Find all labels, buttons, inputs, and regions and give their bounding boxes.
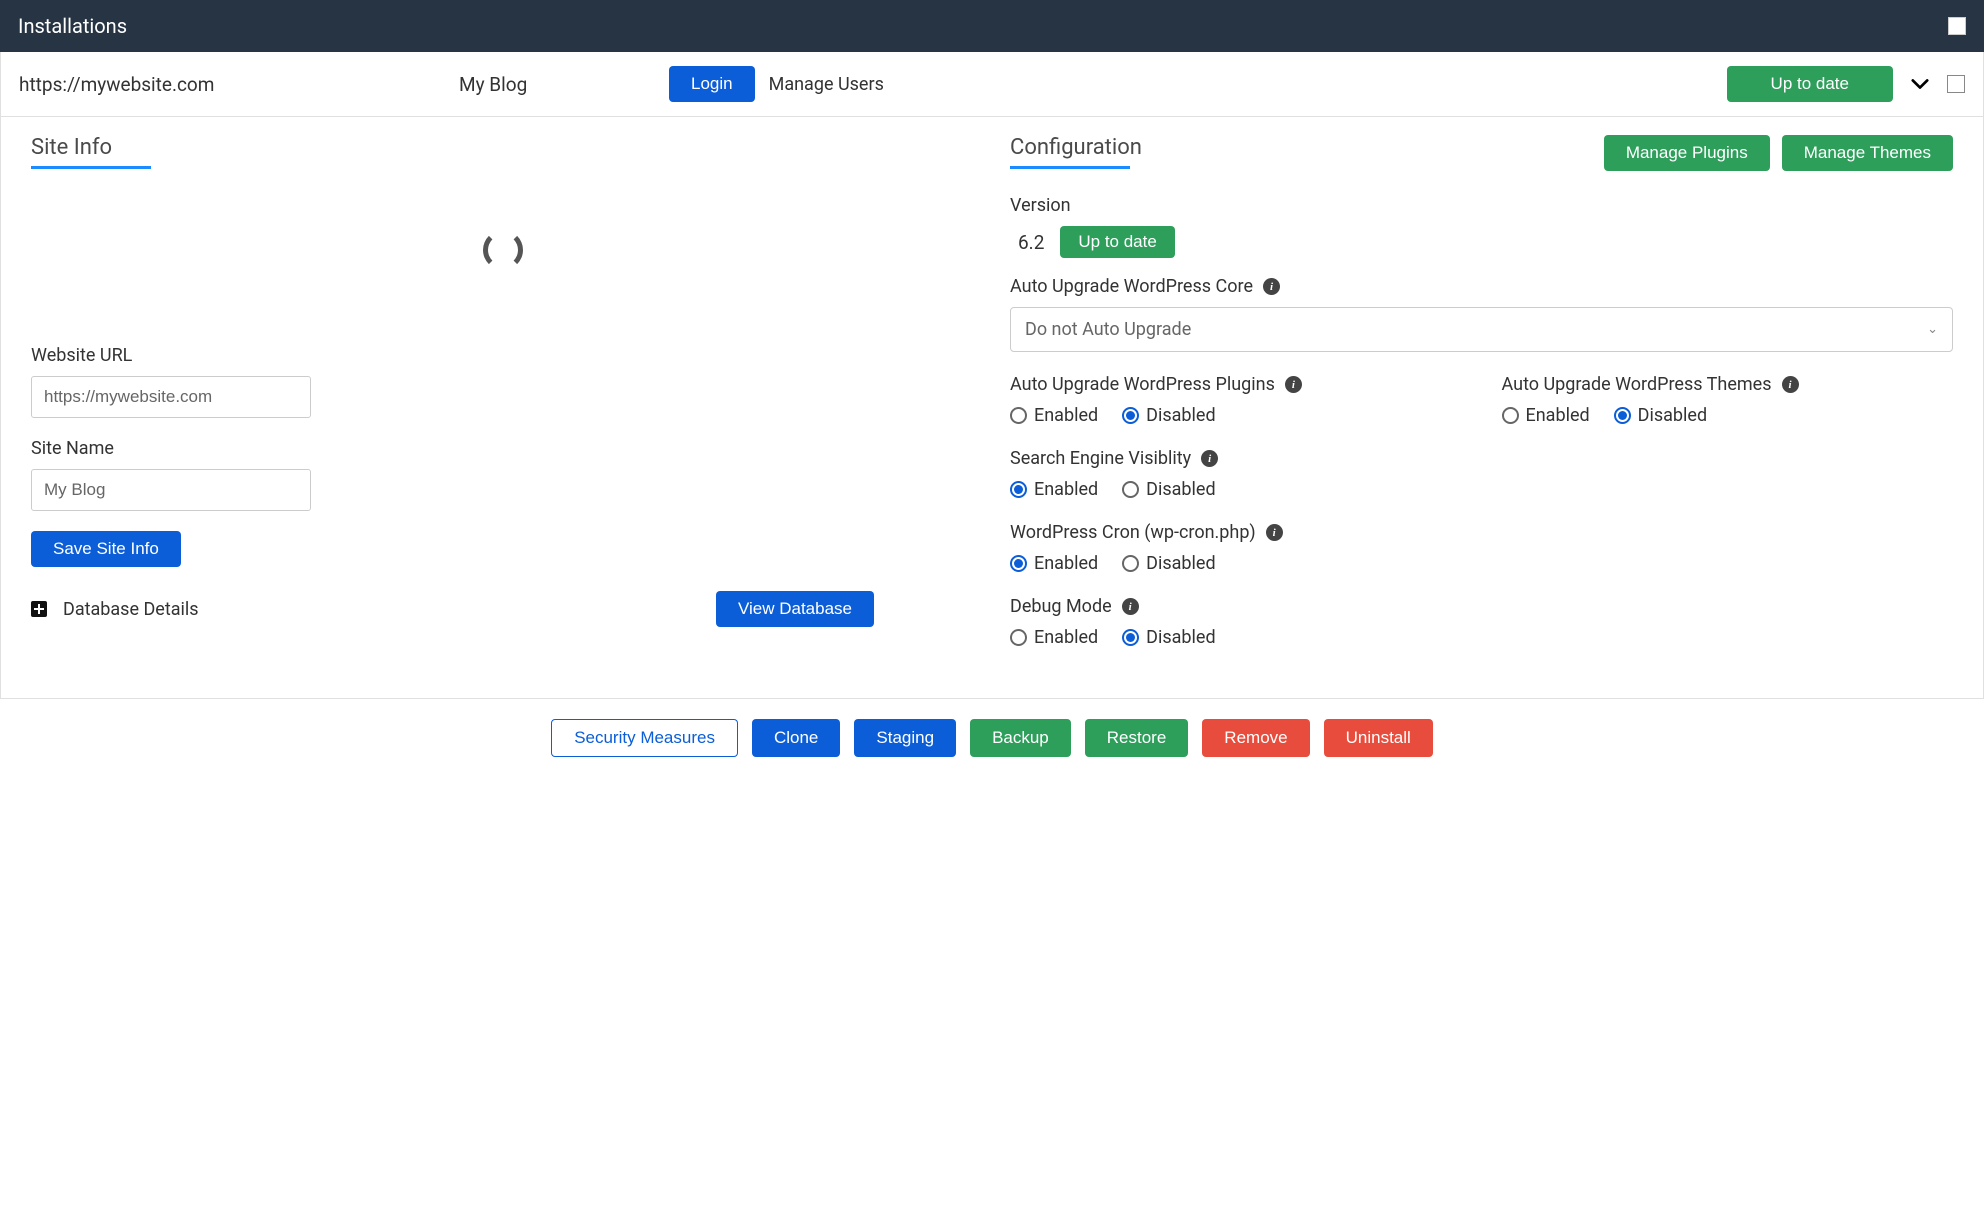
staging-button[interactable]: Staging [854,719,956,757]
auto-upgrade-core-label: Auto Upgrade WordPress Core [1010,276,1253,297]
plus-icon[interactable] [31,601,47,617]
database-details-toggle[interactable]: Database Details [63,599,199,620]
title-underline [31,166,151,169]
clone-button[interactable]: Clone [752,719,840,757]
info-icon[interactable]: i [1263,278,1280,295]
version-label: Version [1010,195,1953,216]
manage-themes-button[interactable]: Manage Themes [1782,135,1953,171]
website-url-input[interactable] [31,376,311,418]
save-site-info-button[interactable]: Save Site Info [31,531,181,567]
info-icon[interactable]: i [1201,450,1218,467]
remove-button[interactable]: Remove [1202,719,1309,757]
install-site-name: My Blog [459,73,649,96]
installation-row: https://mywebsite.com My Blog Login Mana… [0,52,1984,117]
row-checkbox[interactable] [1947,75,1965,93]
backup-button[interactable]: Backup [970,719,1071,757]
select-all-checkbox[interactable] [1948,17,1966,35]
site-info-title: Site Info [31,135,974,160]
info-icon[interactable]: i [1782,376,1799,393]
debug-enabled-radio[interactable]: Enabled [1010,627,1098,648]
auto-upgrade-core-select[interactable]: Do not Auto Upgrade ⌄ [1010,307,1953,352]
install-url[interactable]: https://mywebsite.com [19,73,439,96]
header-bar: Installations [0,0,1984,52]
configuration-title: Configuration [1010,135,1142,160]
plugins-enabled-radio[interactable]: Enabled [1010,405,1098,426]
title-underline [1010,166,1130,169]
debug-label: Debug Mode [1010,596,1112,617]
site-name-input[interactable] [31,469,311,511]
version-status-badge: Up to date [1060,226,1174,258]
auto-upgrade-plugins-label: Auto Upgrade WordPress Plugins [1010,374,1275,395]
cron-enabled-radio[interactable]: Enabled [1010,553,1098,574]
view-database-button[interactable]: View Database [716,591,874,627]
search-enabled-radio[interactable]: Enabled [1010,479,1098,500]
themes-enabled-radio[interactable]: Enabled [1502,405,1590,426]
info-icon[interactable]: i [1122,598,1139,615]
security-measures-button[interactable]: Security Measures [551,719,738,757]
manage-users-link[interactable]: Manage Users [769,74,884,95]
site-info-column: Site Info Website URL Site Name Save Sit… [31,135,974,670]
site-name-label: Site Name [31,438,974,459]
info-icon[interactable]: i [1285,376,1302,393]
cron-label: WordPress Cron (wp-cron.php) [1010,522,1256,543]
chevron-down-icon[interactable] [1911,78,1929,90]
screenshot-loading [31,195,974,305]
debug-disabled-radio[interactable]: Disabled [1122,627,1215,648]
auto-upgrade-themes-label: Auto Upgrade WordPress Themes [1502,374,1772,395]
themes-disabled-radio[interactable]: Disabled [1614,405,1707,426]
manage-plugins-button[interactable]: Manage Plugins [1604,135,1770,171]
footer-actions: Security Measures Clone Staging Backup R… [0,699,1984,767]
restore-button[interactable]: Restore [1085,719,1189,757]
login-button[interactable]: Login [669,66,755,102]
page-title: Installations [18,14,127,38]
auto-upgrade-core-value: Do not Auto Upgrade [1025,319,1191,340]
version-value: 6.2 [1018,231,1044,254]
content-panel: Site Info Website URL Site Name Save Sit… [0,117,1984,699]
plugins-disabled-radio[interactable]: Disabled [1122,405,1215,426]
configuration-column: Configuration Manage Plugins Manage Them… [1010,135,1953,670]
uninstall-button[interactable]: Uninstall [1324,719,1433,757]
search-disabled-radio[interactable]: Disabled [1122,479,1215,500]
website-url-label: Website URL [31,345,974,366]
spinner-icon [483,230,523,270]
chevron-down-icon: ⌄ [1927,322,1938,337]
status-badge[interactable]: Up to date [1727,66,1893,102]
search-visibility-label: Search Engine Visiblity [1010,448,1191,469]
cron-disabled-radio[interactable]: Disabled [1122,553,1215,574]
info-icon[interactable]: i [1266,524,1283,541]
